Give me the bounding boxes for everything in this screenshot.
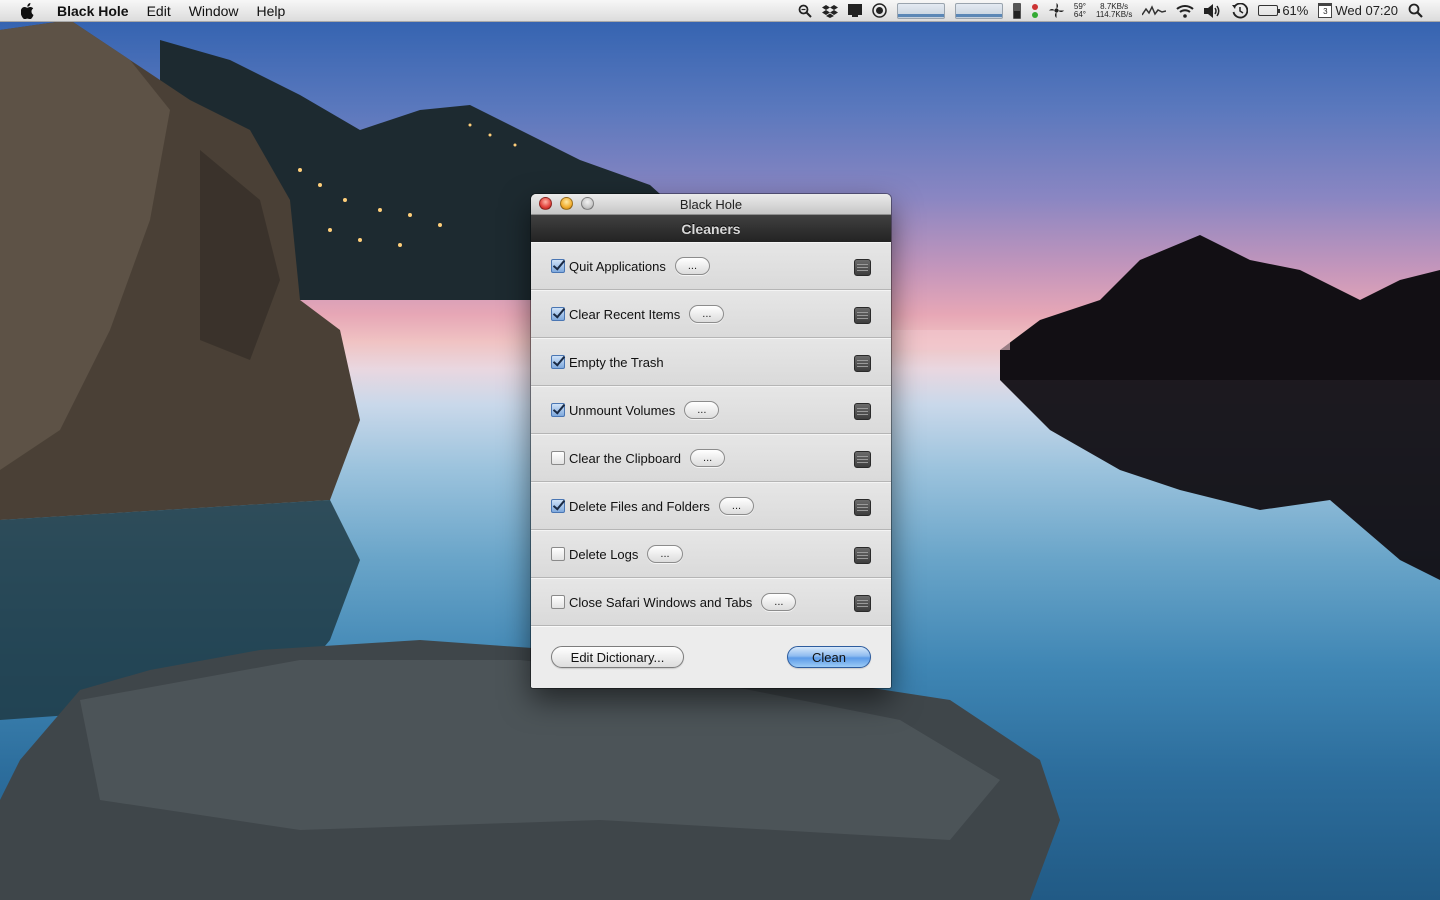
cleaner-label[interactable]: Clear Recent Items xyxy=(569,307,680,322)
cleaner-options-button[interactable]: ... xyxy=(690,449,726,467)
edit-menu[interactable]: Edit xyxy=(138,0,180,22)
network-speed-readout[interactable]: 8.7KB/s 114.7KB/s xyxy=(1096,0,1132,22)
cleaner-label[interactable]: Unmount Volumes xyxy=(569,403,675,418)
window-title: Black Hole xyxy=(679,196,743,212)
cleaner-options-button[interactable]: ... xyxy=(674,257,711,275)
black-hole-window: Black Hole Cleaners Quit Applications...… xyxy=(531,194,891,688)
cpu-graph[interactable] xyxy=(896,0,945,22)
drag-handle-icon[interactable] xyxy=(854,355,871,372)
zoom-button[interactable] xyxy=(581,197,594,210)
dropbox-icon[interactable] xyxy=(821,0,838,22)
drag-handle-icon[interactable] xyxy=(854,499,871,516)
cleaner-label[interactable]: Clear the Clipboard xyxy=(569,451,681,466)
window-controls xyxy=(539,197,602,210)
cleaner-row: Empty the Trash xyxy=(531,338,891,386)
zoom-search-icon[interactable] xyxy=(798,0,812,22)
section-title: Cleaners xyxy=(681,220,741,237)
cleaner-checkbox[interactable] xyxy=(551,595,565,609)
cleaner-options-button[interactable]: ... xyxy=(689,305,725,323)
drag-handle-icon[interactable] xyxy=(854,403,871,420)
temperature-readout[interactable]: 59° 64° xyxy=(1074,0,1086,22)
cleaner-options-button[interactable]: ... xyxy=(684,401,720,419)
battery-icon xyxy=(1258,5,1281,16)
disk-indicator-icon[interactable] xyxy=(1012,0,1021,22)
drag-handle-icon[interactable] xyxy=(854,451,871,468)
display-icon[interactable] xyxy=(847,0,862,22)
cleaner-row: Quit Applications... xyxy=(531,242,891,290)
fan-icon[interactable] xyxy=(1048,0,1064,22)
window-footer: Edit Dictionary... Clean xyxy=(531,626,891,687)
status-area: 59° 64° 8.7KB/s 114.7KB/s 61% 3 Wed 07:2… xyxy=(793,0,1440,22)
section-header: Cleaners xyxy=(531,215,891,242)
cleaner-label[interactable]: Delete Files and Folders xyxy=(569,499,710,514)
close-button[interactable] xyxy=(539,197,552,210)
minimize-button[interactable] xyxy=(560,197,573,210)
cleaner-options-button[interactable]: ... xyxy=(761,593,797,611)
cleaner-label[interactable]: Close Safari Windows and Tabs xyxy=(569,595,752,610)
net-down: 114.7KB/s xyxy=(1096,9,1133,19)
record-icon[interactable] xyxy=(872,0,887,22)
drag-handle-icon[interactable] xyxy=(854,595,871,612)
network-activity-icon[interactable] xyxy=(1142,0,1167,22)
cleaner-options-button[interactable]: ... xyxy=(647,545,683,563)
battery-status[interactable]: 61% xyxy=(1258,0,1308,22)
cleaner-label[interactable]: Delete Logs xyxy=(569,547,638,562)
cleaner-options-button[interactable]: ... xyxy=(718,497,755,515)
cleaner-checkbox[interactable] xyxy=(551,451,565,465)
cleaner-checkbox[interactable] xyxy=(551,259,565,273)
help-menu[interactable]: Help xyxy=(248,0,295,22)
cleaner-checkbox[interactable] xyxy=(551,547,565,561)
temp-bottom: 64° xyxy=(1073,9,1086,19)
cleaner-row: Delete Logs... xyxy=(531,530,891,578)
app-menu[interactable]: Black Hole xyxy=(48,0,138,22)
edit-dictionary-button[interactable]: Edit Dictionary... xyxy=(551,646,684,668)
memory-graph[interactable] xyxy=(954,0,1003,22)
cleaner-label[interactable]: Quit Applications xyxy=(569,259,666,274)
menu-bar: Black Hole Edit Window Help 59° 64° 8.7K… xyxy=(0,0,1440,22)
clean-button[interactable]: Clean xyxy=(787,646,871,668)
apple-menu-icon[interactable] xyxy=(18,2,38,20)
spotlight-icon[interactable] xyxy=(1408,0,1423,22)
cleaner-checkbox[interactable] xyxy=(551,355,565,369)
cleaner-checkbox[interactable] xyxy=(551,307,565,321)
wifi-icon[interactable] xyxy=(1176,0,1194,22)
calendar-icon: 3 xyxy=(1318,3,1333,18)
clock[interactable]: 3 Wed 07:20 xyxy=(1318,0,1398,22)
drag-handle-icon[interactable] xyxy=(854,259,871,276)
cleaner-checkbox[interactable] xyxy=(551,499,565,513)
time-machine-icon[interactable] xyxy=(1232,0,1249,22)
window-titlebar[interactable]: Black Hole xyxy=(531,194,891,215)
drag-handle-icon[interactable] xyxy=(854,307,871,324)
drag-handle-icon[interactable] xyxy=(854,547,871,564)
cleaner-list: Quit Applications... Clear Recent Items..… xyxy=(531,242,891,626)
cleaner-checkbox[interactable] xyxy=(551,403,565,417)
cleaner-row: Clear the Clipboard... xyxy=(531,434,891,482)
clock-text: Wed 07:20 xyxy=(1335,3,1398,18)
battery-percent: 61% xyxy=(1282,3,1309,18)
cleaner-label[interactable]: Empty the Trash xyxy=(569,355,664,370)
window-menu[interactable]: Window xyxy=(180,0,248,22)
cleaner-row: Unmount Volumes... xyxy=(531,386,891,434)
cleaner-row: Clear Recent Items... xyxy=(531,290,891,338)
cleaner-row: Close Safari Windows and Tabs... xyxy=(531,578,891,626)
cleaner-row: Delete Files and Folders... xyxy=(531,482,891,530)
status-lights-icon[interactable] xyxy=(1031,0,1039,22)
volume-icon[interactable] xyxy=(1204,0,1222,22)
